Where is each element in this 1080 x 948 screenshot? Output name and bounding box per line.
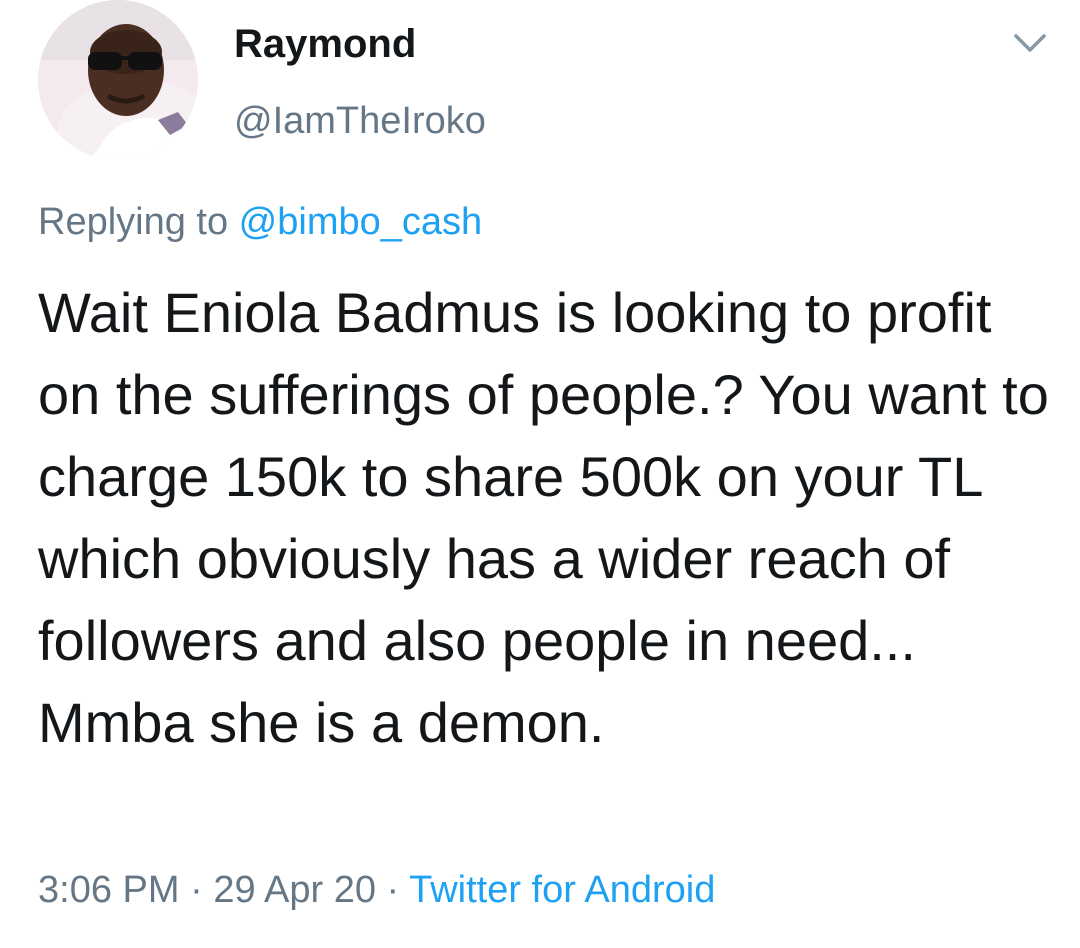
reply-mention-link[interactable]: @bimbo_cash xyxy=(239,201,482,243)
tweet-time[interactable]: 3:06 PM xyxy=(38,869,180,911)
display-name[interactable]: Raymond xyxy=(234,20,416,68)
avatar[interactable] xyxy=(38,0,198,160)
replying-to-label: Replying to xyxy=(38,201,239,243)
tweet-source-link[interactable]: Twitter for Android xyxy=(409,869,715,911)
user-handle[interactable]: @IamTheIroko xyxy=(234,98,486,144)
chevron-down-icon[interactable] xyxy=(1010,26,1050,60)
tweet-date[interactable]: 29 Apr 20 xyxy=(213,869,376,911)
meta-separator: · xyxy=(376,869,410,911)
replying-to: Replying to @bimbo_cash xyxy=(38,198,482,246)
tweet-card: Raymond @IamTheIroko Replying to @bimbo_… xyxy=(0,0,1080,948)
tweet-text: Wait Eniola Badmus is looking to profit … xyxy=(38,281,1065,754)
tweet-meta: 3:06 PM · 29 Apr 20 · Twitter for Androi… xyxy=(38,866,715,914)
meta-separator: · xyxy=(179,869,214,911)
